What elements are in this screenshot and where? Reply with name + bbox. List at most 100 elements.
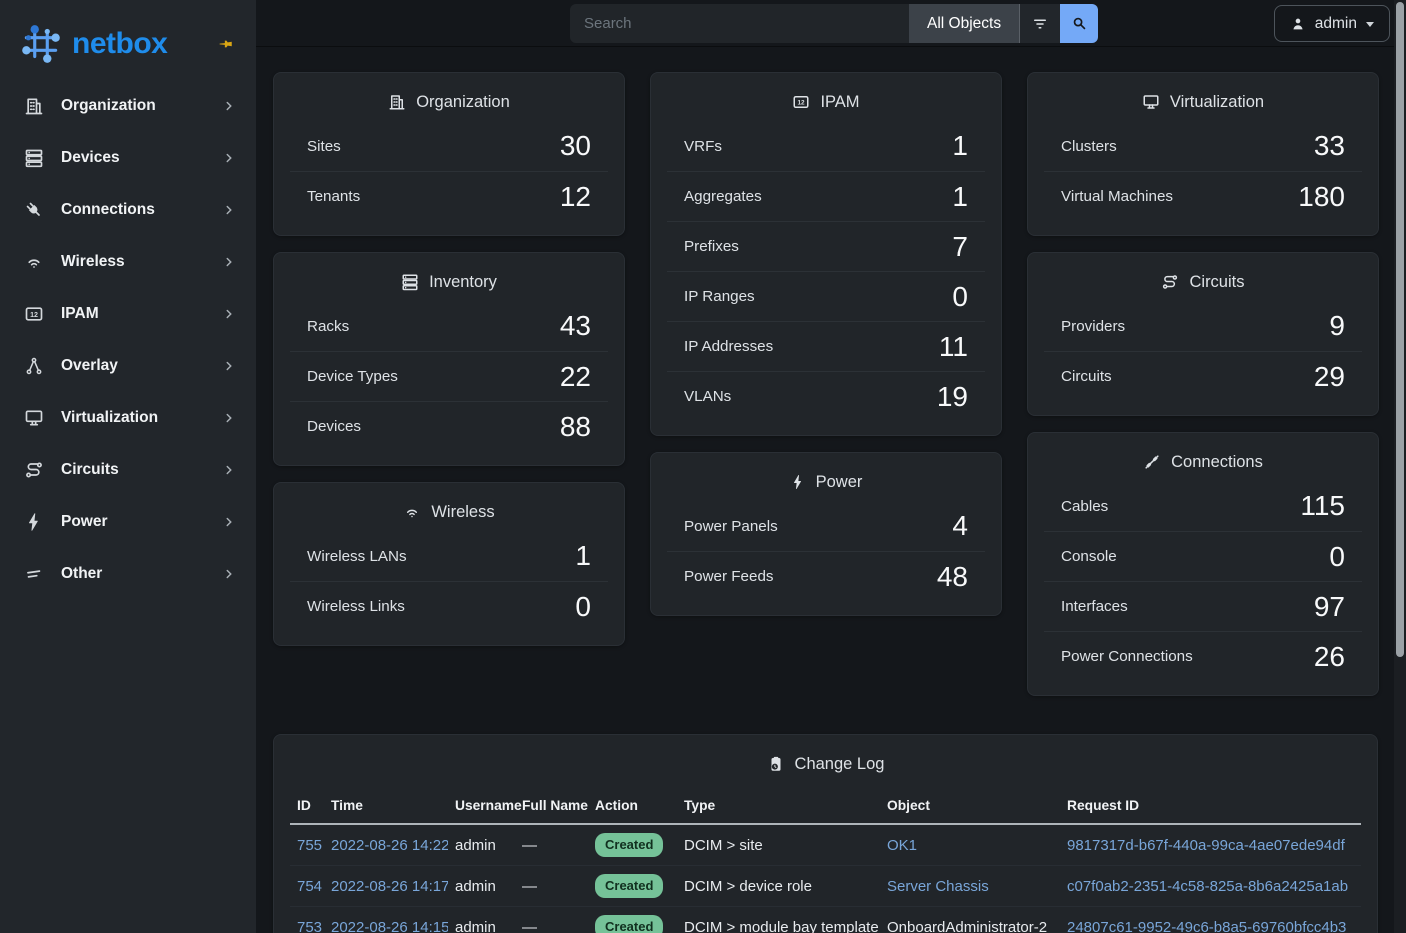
stat-value: 0	[1329, 541, 1345, 573]
stat-label: Wireless LANs	[307, 548, 407, 565]
sidebar-item-wireless[interactable]: Wireless	[8, 244, 246, 280]
change-id-link[interactable]: 755	[297, 837, 322, 854]
stat-row-console[interactable]: Console 0	[1044, 531, 1362, 581]
topology-icon	[24, 356, 48, 376]
stat-row-sites[interactable]: Sites 30	[290, 121, 608, 171]
stat-row-virtual-machines[interactable]: Virtual Machines 180	[1044, 171, 1362, 221]
sidebar-item-connections[interactable]: Connections	[8, 192, 246, 228]
netbox-logo[interactable]: netbox	[18, 21, 167, 67]
card-title: Change Log	[795, 753, 885, 775]
stat-value: 88	[560, 411, 591, 443]
card-change-log: Change Log ID Time Username Full Name Ac…	[273, 734, 1378, 933]
card-header: Change Log	[274, 735, 1377, 783]
filter-button[interactable]	[1019, 4, 1060, 43]
stat-value: 115	[1300, 490, 1345, 522]
card-header: Inventory	[274, 253, 624, 301]
stat-value: 4	[952, 510, 968, 542]
stat-row-vlans[interactable]: VLANs 19	[667, 371, 985, 421]
card-organization: Organization Sites 30 Tenants 12	[273, 72, 625, 236]
stat-row-prefixes[interactable]: Prefixes 7	[667, 221, 985, 271]
sidebar-item-label: Other	[61, 565, 102, 583]
scrollbar-track[interactable]	[1394, 0, 1406, 933]
change-time-link[interactable]: 2022-08-26 14:17	[331, 878, 448, 895]
stat-row-power-connections[interactable]: Power Connections 26	[1044, 631, 1362, 681]
col-header-full-name: Full Name	[515, 789, 588, 824]
change-id-link[interactable]: 754	[297, 878, 322, 895]
caret-down-icon	[1366, 22, 1374, 27]
stat-label: Providers	[1061, 318, 1125, 335]
stat-row-power-panels[interactable]: Power Panels 4	[667, 501, 985, 551]
stat-row-cables[interactable]: Cables 115	[1044, 481, 1362, 531]
stat-row-providers[interactable]: Providers 9	[1044, 301, 1362, 351]
search-input[interactable]	[570, 4, 909, 43]
sidebar-item-devices[interactable]: Devices	[8, 140, 246, 176]
col-header-action: Action	[588, 789, 677, 824]
change-object-link[interactable]: Server Chassis	[887, 878, 989, 895]
stat-row-devices[interactable]: Devices 88	[290, 401, 608, 451]
chevron-right-icon	[222, 515, 236, 529]
sidebar-item-power[interactable]: Power	[8, 504, 246, 540]
change-time-link[interactable]: 2022-08-26 14:22	[331, 837, 448, 854]
stat-row-aggregates[interactable]: Aggregates 1	[667, 171, 985, 221]
stat-row-device-types[interactable]: Device Types 22	[290, 351, 608, 401]
change-full-name: —	[522, 878, 537, 895]
stat-row-clusters[interactable]: Clusters 33	[1044, 121, 1362, 171]
search-submit-button[interactable]	[1060, 4, 1098, 43]
table-row: 755 2022-08-26 14:22 admin — Created DCI…	[290, 824, 1361, 866]
request-id-link[interactable]: 9817317d-b67f-440a-99ca-4ae07ede94df	[1067, 837, 1345, 854]
user-menu-button[interactable]: admin	[1274, 5, 1390, 42]
building-icon	[388, 93, 406, 111]
stat-row-ip-ranges[interactable]: IP Ranges 0	[667, 271, 985, 321]
chevron-right-icon	[222, 567, 236, 581]
numbers-box-icon: 12	[792, 93, 810, 111]
numbers-box-icon: 12	[24, 304, 48, 324]
status-badge: Created	[595, 833, 663, 857]
stat-row-vrfs[interactable]: VRFs 1	[667, 121, 985, 171]
scrollbar-thumb[interactable]	[1396, 2, 1404, 657]
card-circuits: Circuits Providers 9 Circuits 29	[1027, 252, 1379, 416]
sidebar: netbox Organization	[0, 0, 256, 933]
sidebar-item-virtualization[interactable]: Virtualization	[8, 400, 246, 436]
card-title: IPAM	[820, 91, 859, 113]
sidebar-item-overlay[interactable]: Overlay	[8, 348, 246, 384]
sidebar-item-organization[interactable]: Organization	[8, 88, 246, 124]
chevron-right-icon	[222, 411, 236, 425]
search-scope-button[interactable]: All Objects	[909, 4, 1019, 43]
sidebar-item-circuits[interactable]: Circuits	[8, 452, 246, 488]
plug-icon	[24, 200, 48, 220]
col-header-object: Object	[880, 789, 1060, 824]
stat-row-wireless-lans[interactable]: Wireless LANs 1	[290, 531, 608, 581]
lines-icon	[24, 564, 48, 584]
change-object-link[interactable]: OK1	[887, 837, 917, 854]
change-id-link[interactable]: 753	[297, 919, 322, 933]
stat-row-interfaces[interactable]: Interfaces 97	[1044, 581, 1362, 631]
card-title: Circuits	[1189, 271, 1244, 293]
sidebar-item-ipam[interactable]: 12 IPAM	[8, 296, 246, 332]
stat-row-ip-addresses[interactable]: IP Addresses 11	[667, 321, 985, 371]
chevron-right-icon	[222, 99, 236, 113]
card-header: Virtualization	[1028, 73, 1378, 121]
pin-icon[interactable]	[212, 31, 238, 57]
change-time-link[interactable]: 2022-08-26 14:15	[331, 919, 448, 933]
stat-row-circuits[interactable]: Circuits 29	[1044, 351, 1362, 401]
stat-row-wireless-links[interactable]: Wireless Links 0	[290, 581, 608, 631]
request-id-link[interactable]: 24807c61-9952-49c6-b8a5-69760bfcc4b3	[1067, 919, 1346, 933]
stat-label: Racks	[307, 318, 349, 335]
logo-text: netbox	[72, 27, 167, 61]
sidebar-item-other[interactable]: Other	[8, 556, 246, 592]
stat-row-tenants[interactable]: Tenants 12	[290, 171, 608, 221]
stat-label: VRFs	[684, 138, 722, 155]
stat-label: Tenants	[307, 188, 360, 205]
stat-label: Power Panels	[684, 518, 778, 535]
stat-value: 30	[560, 130, 591, 162]
stat-row-racks[interactable]: Racks 43	[290, 301, 608, 351]
sidebar-item-label: Organization	[61, 97, 156, 115]
change-log-table: ID Time Username Full Name Action Type O…	[290, 789, 1361, 933]
request-id-link[interactable]: c07f0ab2-2351-4c58-825a-8b6a2425a1ab	[1067, 878, 1348, 895]
stat-row-power-feeds[interactable]: Power Feeds 48	[667, 551, 985, 601]
person-icon	[1290, 16, 1306, 32]
stat-value: 12	[560, 181, 591, 213]
sidebar-item-label: Wireless	[61, 253, 125, 271]
stat-label: Console	[1061, 548, 1117, 565]
stat-value: 29	[1314, 361, 1345, 393]
